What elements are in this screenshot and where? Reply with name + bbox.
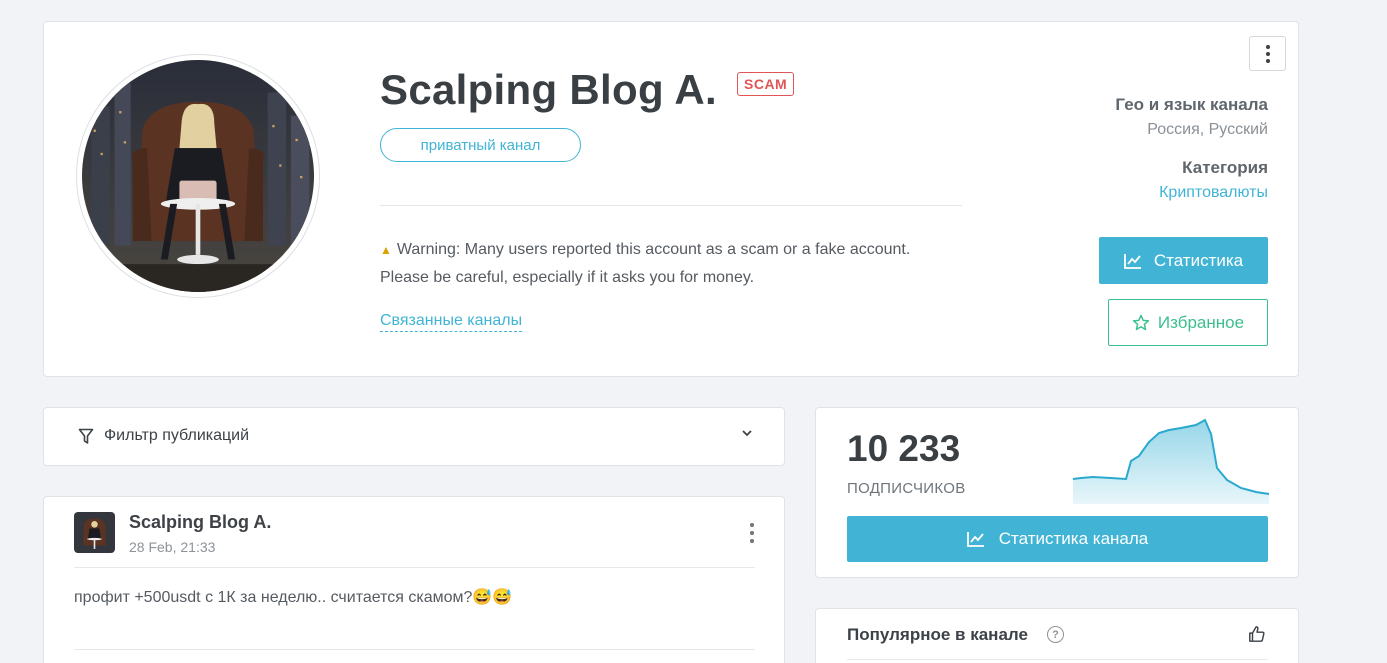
dot-icon (750, 539, 754, 543)
post-author-avatar-image (74, 512, 115, 553)
favorites-button-label: Избранное (1157, 312, 1245, 332)
header-more-menu-button[interactable] (1249, 36, 1286, 71)
category-label: Категория (1182, 158, 1268, 177)
help-icon[interactable]: ? (1047, 626, 1064, 643)
geo-label: Гео и язык канала (1115, 95, 1268, 114)
post-author-avatar[interactable] (74, 512, 115, 553)
post-card: Scalping Blog A. 28 Feb, 21:33 профит +5… (43, 496, 785, 663)
warning-icon: ▲ (380, 243, 392, 257)
channel-avatar (76, 54, 320, 298)
statistics-button[interactable]: Статистика (1099, 237, 1268, 284)
subscribers-label: ПОДПИСЧИКОВ (847, 480, 966, 497)
channel-statistics-button-label: Статистика канала (998, 529, 1149, 548)
dot-icon (1265, 58, 1270, 63)
popular-title: Популярное в канале (847, 625, 1028, 644)
related-channels-link[interactable]: Связанные каналы (380, 312, 523, 332)
header-divider (380, 205, 962, 206)
category-block: Категория Криптовалюты (1159, 158, 1268, 202)
post-author-name[interactable]: Scalping Blog A. (129, 512, 271, 533)
channel-avatar-image (82, 60, 314, 292)
private-channel-pill: приватный канал (380, 128, 581, 162)
channel-header-card: Scalping Blog A. SCAM приватный канал ▲ W… (43, 21, 1299, 377)
dot-icon (750, 523, 754, 527)
post-text: профит +500usdt с 1К за неделю.. считает… (74, 589, 513, 606)
scam-warning: ▲ Warning: Many users reported this accou… (380, 236, 940, 291)
popular-in-channel-card: Популярное в канале ? (815, 608, 1299, 663)
post-more-menu-button[interactable] (750, 523, 754, 543)
publication-filter[interactable]: Фильтр публикаций (43, 407, 785, 466)
subscribers-count: 10 233 (847, 428, 961, 469)
channel-statistics-button[interactable]: Статистика канала (847, 516, 1268, 562)
channel-title: Scalping Blog A. (380, 66, 717, 113)
subscribers-card: 10 233 ПОДПИСЧИКОВ Статистика канала (815, 407, 1299, 578)
post-divider (74, 649, 755, 650)
dot-icon (1265, 44, 1270, 49)
scam-badge: SCAM (737, 72, 795, 96)
dot-icon (750, 531, 754, 535)
statistics-button-label: Статистика (1153, 250, 1244, 270)
star-icon (1132, 314, 1150, 331)
thumbs-up-icon[interactable] (1248, 625, 1266, 643)
filter-icon (78, 428, 94, 444)
post-date[interactable]: 28 Feb, 21:33 (129, 539, 215, 555)
chart-line-icon (966, 532, 984, 547)
filter-label: Фильтр публикаций (104, 427, 250, 444)
favorites-button[interactable]: Избранное (1108, 299, 1268, 346)
popular-divider (847, 659, 1268, 660)
chevron-down-icon[interactable] (740, 426, 754, 440)
post-divider (74, 567, 755, 568)
geo-value: Россия, Русский (1147, 121, 1268, 138)
category-link[interactable]: Криптовалюты (1159, 184, 1268, 202)
subscribers-sparkline (1072, 418, 1270, 504)
chart-line-icon (1123, 253, 1141, 269)
warning-text: Warning: Many users reported this accoun… (380, 241, 911, 286)
dot-icon (1265, 51, 1270, 56)
geo-language-block: Гео и язык канала Россия, Русский (1115, 95, 1268, 139)
